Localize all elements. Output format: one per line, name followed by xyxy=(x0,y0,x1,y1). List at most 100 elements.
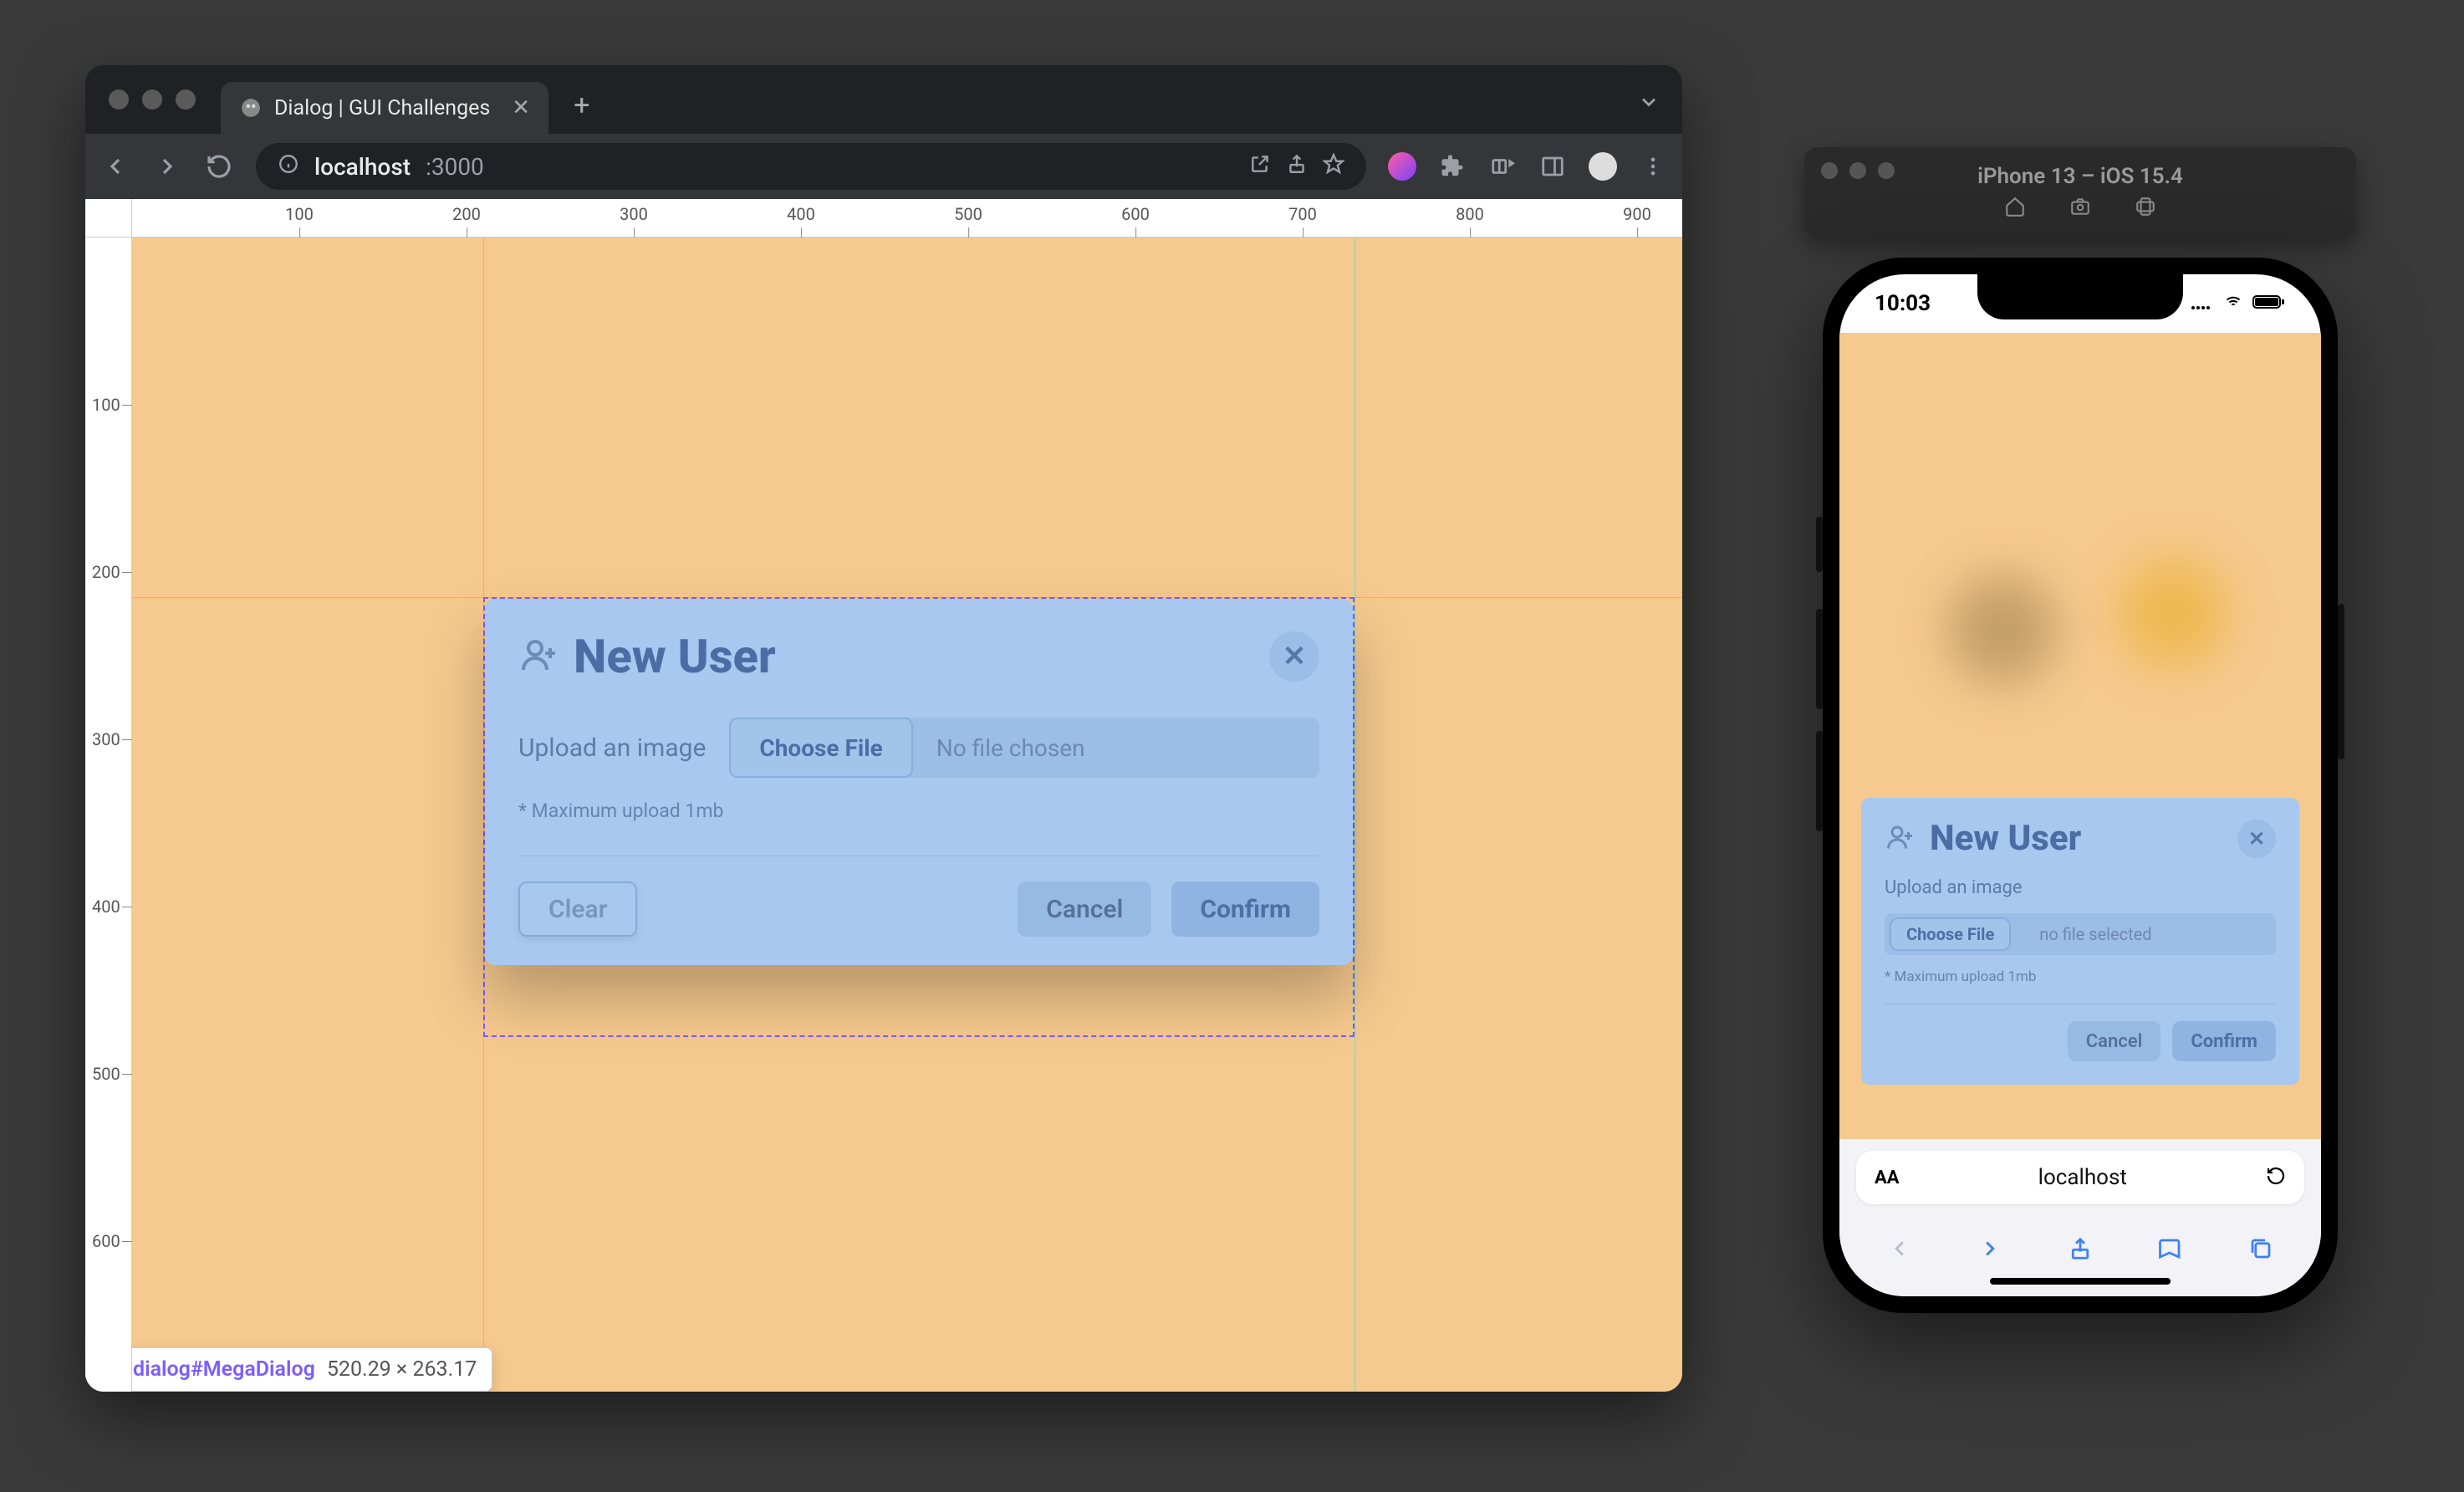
simulator-toolbar: iPhone 13 – iOS 15.4 xyxy=(1804,147,2356,238)
mega-dialog: New User ✕ Upload an image Choose File N… xyxy=(485,599,1353,965)
rotate-icon[interactable] xyxy=(2135,196,2156,221)
reload-button[interactable] xyxy=(204,151,234,181)
cancel-button[interactable]: Cancel xyxy=(1018,881,1151,937)
forward-icon[interactable] xyxy=(1977,1236,2002,1265)
minimize-window[interactable] xyxy=(142,89,162,110)
close-window[interactable] xyxy=(109,89,129,110)
back-button[interactable] xyxy=(100,151,130,181)
ruler-corner xyxy=(85,199,132,238)
extension-icon-1[interactable] xyxy=(1388,152,1416,181)
page-canvas: New User ✕ Upload an image Choose File N… xyxy=(132,238,1682,1392)
status-time: 10:03 xyxy=(1875,291,1931,316)
choose-file-button[interactable]: Choose File xyxy=(1890,917,2011,951)
mute-switch[interactable] xyxy=(1816,517,1823,572)
file-input[interactable]: Choose File No file chosen xyxy=(729,718,1319,778)
tabs-icon[interactable] xyxy=(2248,1236,2273,1265)
simulator-action-icons xyxy=(2004,196,2156,221)
open-external-icon[interactable] xyxy=(1249,153,1271,181)
sim-minimize[interactable] xyxy=(1849,162,1866,179)
panel-icon[interactable] xyxy=(1538,152,1567,181)
element-dimensions: 520.29 × 263.17 xyxy=(327,1357,477,1382)
confirm-button[interactable]: Confirm xyxy=(2172,1021,2276,1061)
clear-button[interactable]: Clear xyxy=(518,881,637,937)
upload-label: Upload an image xyxy=(1885,877,2276,898)
dialog-header: New User ✕ xyxy=(1885,818,2276,859)
home-icon[interactable] xyxy=(2004,196,2026,221)
back-icon[interactable] xyxy=(1887,1236,1912,1265)
file-name-text: No file chosen xyxy=(913,734,1109,762)
site-info-icon[interactable] xyxy=(278,153,299,181)
page-viewport: 100 200 300 400 500 600 700 800 900 100 … xyxy=(85,199,1682,1392)
simulator-window-controls xyxy=(1821,162,1895,179)
ruler-tick: 600 xyxy=(92,1231,120,1251)
browser-toolbar: localhost:3000 xyxy=(85,134,1682,199)
blurred-element xyxy=(2119,559,2227,667)
sim-close[interactable] xyxy=(1821,162,1838,179)
dialog-header: New User ✕ xyxy=(518,629,1319,684)
browser-tab[interactable]: Dialog | GUI Challenges ✕ xyxy=(221,82,548,134)
home-indicator[interactable] xyxy=(1990,1278,2171,1285)
iphone-screen: 10:03 New User ✕ Upload an image xyxy=(1839,274,2321,1296)
menu-icon[interactable] xyxy=(1639,152,1667,181)
ruler-vertical: 100 200 300 400 500 600 xyxy=(85,238,132,1392)
maximize-window[interactable] xyxy=(176,89,196,110)
wifi-icon xyxy=(2222,291,2244,316)
forward-button[interactable] xyxy=(152,151,182,181)
bookmark-icon[interactable] xyxy=(1323,153,1344,181)
ruler-tick: 200 xyxy=(452,204,481,224)
tab-close-icon[interactable]: ✕ xyxy=(512,95,530,120)
extensions-icon[interactable] xyxy=(1438,152,1467,181)
reader-icon[interactable]: AA xyxy=(1875,1168,1900,1188)
url-bar[interactable]: localhost:3000 xyxy=(256,143,1366,190)
sim-maximize[interactable] xyxy=(1878,162,1895,179)
dialog-close-button[interactable]: ✕ xyxy=(1269,631,1319,682)
battery-icon xyxy=(2252,291,2286,316)
dialog-title: New User xyxy=(574,629,776,684)
file-input[interactable]: Choose File no file selected xyxy=(1885,913,2276,955)
dialog-footer: Clear Cancel Confirm xyxy=(518,856,1319,937)
safari-url-bar[interactable]: AA localhost xyxy=(1856,1151,2304,1204)
volume-down[interactable] xyxy=(1816,731,1823,831)
media-icon[interactable] xyxy=(1488,152,1517,181)
ruler-tick: 400 xyxy=(92,897,120,917)
safari-chrome: AA localhost xyxy=(1839,1139,2321,1296)
url-host: localhost xyxy=(314,153,411,181)
screenshot-icon[interactable] xyxy=(2069,196,2091,221)
tab-title: Dialog | GUI Challenges xyxy=(274,96,490,120)
bookmarks-icon[interactable] xyxy=(2158,1236,2183,1265)
share-icon[interactable] xyxy=(1286,153,1308,181)
ruler-tick: 800 xyxy=(1456,204,1484,224)
reload-icon[interactable] xyxy=(2266,1166,2286,1189)
dialog-title: New User xyxy=(1930,818,2081,859)
notch xyxy=(1977,274,2183,319)
profile-icon[interactable] xyxy=(1589,152,1617,181)
new-tab-button[interactable]: + xyxy=(574,89,589,122)
cancel-button[interactable]: Cancel xyxy=(2068,1021,2161,1061)
upload-label: Upload an image xyxy=(518,733,706,763)
confirm-button[interactable]: Confirm xyxy=(1171,881,1319,937)
share-icon[interactable] xyxy=(2068,1236,2093,1265)
signal-icon xyxy=(2191,291,2214,316)
user-add-icon xyxy=(1885,822,1915,856)
safari-host: localhost xyxy=(1900,1165,2266,1190)
choose-file-button[interactable]: Choose File xyxy=(729,718,912,778)
volume-up[interactable] xyxy=(1816,609,1823,709)
devtools-element-tooltip: dialog#MegaDialog 520.29 × 263.17 xyxy=(85,1347,492,1392)
power-button[interactable] xyxy=(2338,604,2344,759)
guide-vertical xyxy=(1354,238,1355,1392)
mega-dialog-mobile: New User ✕ Upload an image Choose File n… xyxy=(1861,798,2299,1085)
iphone-page: New User ✕ Upload an image Choose File n… xyxy=(1839,333,2321,1139)
ruler-tick: 900 xyxy=(1623,204,1651,224)
ruler-tick: 300 xyxy=(92,729,120,749)
element-selector: dialog#MegaDialog xyxy=(133,1357,315,1382)
dialog-close-button[interactable]: ✕ xyxy=(2237,820,2276,858)
ruler-tick: 100 xyxy=(285,204,314,224)
ruler-tick: 100 xyxy=(92,395,120,415)
browser-tabstrip: Dialog | GUI Challenges ✕ + xyxy=(85,65,1682,134)
ruler-tick: 300 xyxy=(620,204,648,224)
tabs-overflow-icon[interactable] xyxy=(1637,90,1661,117)
simulator-title: iPhone 13 – iOS 15.4 xyxy=(1977,164,2183,189)
ruler-tick: 500 xyxy=(92,1064,120,1084)
ruler-tick: 700 xyxy=(1288,204,1317,224)
iphone-device: 10:03 New User ✕ Upload an image xyxy=(1823,258,2338,1313)
